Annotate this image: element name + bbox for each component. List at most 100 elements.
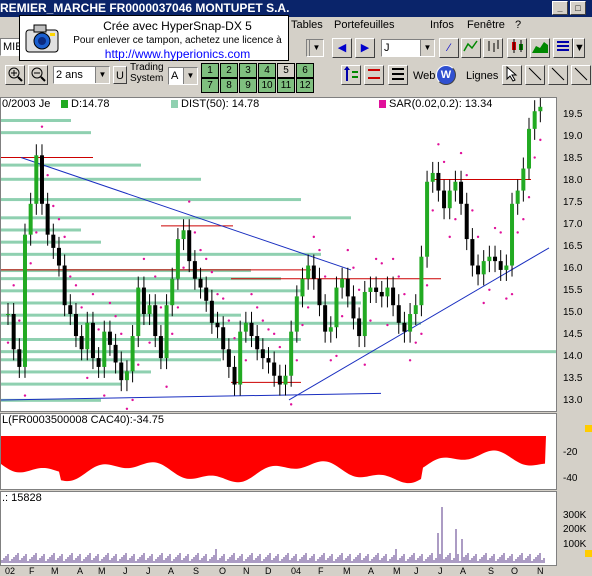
range-combo[interactable]: 2 ans ▼ — [53, 66, 110, 84]
dropdown-arrow-icon[interactable]: ▼ — [573, 38, 585, 58]
indicator-pane[interactable]: L(FR0003500008 CAC40):-34.75 — [0, 413, 557, 490]
next-arrow-icon[interactable]: ▶ — [355, 38, 375, 58]
sar-dot — [459, 151, 463, 155]
period-button-5[interactable]: 5 — [277, 63, 295, 78]
line-chart-icon[interactable]: ⁄ — [439, 38, 459, 58]
sar-dot — [340, 315, 344, 318]
price-candle — [521, 168, 526, 191]
chevron-down-icon[interactable]: ▼ — [306, 39, 324, 57]
date-tick: A — [168, 566, 175, 576]
price-candle — [419, 256, 424, 306]
hypersnap-line2: Pour enlever ce tampon, achetez une lice… — [73, 35, 282, 46]
sar-dot — [335, 354, 338, 358]
sar-dot — [6, 341, 10, 344]
sar-dot — [18, 319, 21, 322]
zigzag-chart-icon[interactable] — [461, 38, 481, 58]
sar-dot — [125, 407, 129, 410]
price-candle — [153, 305, 158, 337]
date-tick: A — [368, 566, 375, 576]
candlestick-icon[interactable] — [507, 38, 527, 58]
date-tick: O — [219, 566, 227, 576]
date-tick: O — [511, 566, 519, 576]
price-candle — [102, 331, 107, 367]
price-candle — [107, 331, 112, 345]
hypersnap-stamp: Crée avec HyperSnap-DX 5 Pour enlever ce… — [19, 15, 289, 61]
web-icon[interactable]: W — [436, 65, 456, 85]
menu-fenetre[interactable]: Fenêtre — [467, 19, 505, 31]
menu-tables[interactable]: Tables — [291, 19, 323, 31]
sar-dot — [522, 218, 525, 221]
area-chart-icon[interactable] — [530, 38, 550, 58]
sar-dot — [442, 160, 446, 164]
market-combo[interactable]: MIE — [0, 38, 23, 56]
price-candle — [175, 239, 180, 279]
menu-infos[interactable]: Infos — [430, 19, 454, 31]
trading-system-combo[interactable]: A ▼ — [168, 67, 198, 85]
price-pane[interactable]: 0/2003 Je D:14.78 DIST(50): 14.78 SAR(0.… — [0, 97, 557, 412]
period-button-9[interactable]: 9 — [239, 78, 257, 93]
draw-trendline-icon[interactable] — [548, 65, 568, 85]
period-button-2[interactable]: 2 — [220, 63, 238, 78]
price-candle — [510, 203, 515, 266]
period-button-7[interactable]: 7 — [201, 78, 219, 93]
sar-dot — [425, 284, 429, 287]
sort-icon[interactable] — [341, 65, 361, 85]
sar-dot — [527, 195, 531, 199]
draw-diagonal-icon[interactable] — [571, 65, 591, 85]
zoom-out-icon[interactable] — [28, 65, 48, 85]
sar-dot — [357, 288, 361, 291]
red-lines-icon[interactable] — [364, 65, 384, 85]
sar-dot — [493, 226, 497, 230]
list-icon[interactable] — [388, 65, 408, 85]
period-button-4[interactable]: 4 — [258, 63, 276, 78]
period-button-6[interactable]: 6 — [296, 63, 314, 78]
date-tick: 04 — [291, 566, 302, 576]
volume-profile-bar — [1, 216, 351, 220]
date-tick: 02 — [5, 566, 16, 576]
period-button-11[interactable]: 11 — [277, 78, 295, 93]
sar-dot — [403, 292, 406, 296]
price-tick: 19.0 — [563, 130, 583, 142]
price-tick: 16.5 — [563, 240, 583, 252]
sar-dot — [386, 323, 389, 327]
price-candle — [266, 358, 271, 363]
period-button-10[interactable]: 10 — [258, 78, 276, 93]
cursor-icon[interactable] — [502, 65, 522, 85]
hypersnap-link[interactable]: http://www.hyperionics.com — [70, 47, 285, 61]
price-candle — [51, 234, 56, 248]
period-button-1[interactable]: 1 — [201, 63, 219, 78]
draw-line-icon[interactable] — [525, 65, 545, 85]
price-candle — [181, 230, 186, 240]
price-candle — [323, 305, 328, 332]
price-tick: 16.0 — [563, 262, 583, 274]
sar-dot — [148, 341, 151, 344]
prev-arrow-icon[interactable]: ◀ — [332, 38, 352, 58]
u-button[interactable]: U — [113, 66, 127, 84]
sar-dot — [182, 266, 185, 269]
period-button-8[interactable]: 8 — [220, 78, 238, 93]
menu-portefeuilles[interactable]: Portefeuilles — [334, 19, 395, 31]
period-combo[interactable]: J ▼ — [381, 39, 435, 57]
sar-dot — [193, 231, 197, 234]
price-candle — [328, 327, 333, 332]
sar-dot — [516, 231, 519, 234]
volume-pane[interactable]: .: 15828 — [0, 491, 557, 566]
period-button-12[interactable]: 12 — [296, 78, 314, 93]
price-candle — [493, 256, 498, 262]
volume-marker — [585, 550, 592, 557]
sar-dot — [414, 341, 417, 344]
volume-tick: 200K — [563, 524, 587, 535]
price-candle — [498, 261, 503, 270]
menu-list-icon[interactable] — [553, 38, 573, 58]
lignes-label: Lignes — [466, 70, 499, 82]
minimize-button[interactable]: _ — [552, 1, 568, 15]
price-candle — [79, 336, 84, 350]
sar-dot — [272, 332, 276, 336]
period-button-3[interactable]: 3 — [239, 63, 257, 78]
maximize-button[interactable]: □ — [570, 1, 586, 15]
menu-help[interactable]: ? — [515, 19, 521, 31]
bar-chart-icon[interactable] — [483, 38, 503, 58]
sar-dot — [188, 200, 191, 203]
price-candle — [96, 358, 101, 367]
zoom-in-icon[interactable] — [5, 65, 25, 85]
